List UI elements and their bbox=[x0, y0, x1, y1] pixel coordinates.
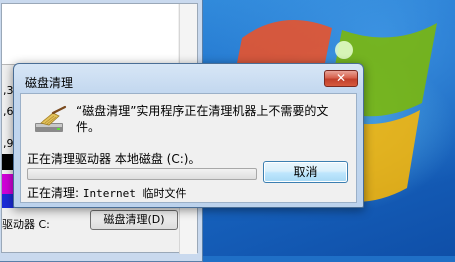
disk-cleanup-dialog: 磁盘清理 ✕ “磁盘清理”实用程序正在清理机器上不需要的文件。 正在清理驱动器 … bbox=[13, 63, 364, 208]
close-button[interactable]: ✕ bbox=[324, 70, 358, 87]
cleaning-file-text: 正在清理: Internet 临时文件 bbox=[27, 184, 186, 201]
cleaning-file-value: Internet 临时文件 bbox=[82, 187, 187, 200]
cleaning-drive-label: 正在清理驱动器 bbox=[27, 152, 112, 166]
progress-bar bbox=[27, 168, 257, 180]
dialog-client-area: “磁盘清理”实用程序正在清理机器上不需要的文件。 正在清理驱动器 本地磁盘 (C… bbox=[20, 93, 357, 203]
disk-cleanup-broom-icon bbox=[35, 105, 67, 132]
background-text-fragment: ,3 bbox=[3, 84, 14, 97]
close-icon: ✕ bbox=[335, 71, 347, 85]
dialog-title: 磁盘清理 bbox=[25, 76, 74, 90]
cleaning-drive-value: 本地磁盘 (C:)。 bbox=[114, 152, 201, 166]
disk-cleanup-button[interactable]: 磁盘清理(D) bbox=[90, 210, 178, 230]
background-white-area bbox=[2, 4, 178, 64]
drive-label: 驱动器 C: bbox=[2, 218, 50, 231]
cleaning-drive-text: 正在清理驱动器 本地磁盘 (C:)。 bbox=[27, 150, 200, 167]
cancel-button[interactable]: 取消 bbox=[263, 161, 348, 183]
background-text-fragment: ,9 bbox=[3, 137, 14, 150]
status-message: “磁盘清理”实用程序正在清理机器上不需要的文件。 bbox=[76, 104, 329, 134]
dialog-titlebar[interactable]: 磁盘清理 ✕ bbox=[14, 64, 363, 94]
background-text-fragment: ,6 bbox=[3, 105, 14, 118]
cleaning-file-label: 正在清理: bbox=[27, 186, 80, 200]
